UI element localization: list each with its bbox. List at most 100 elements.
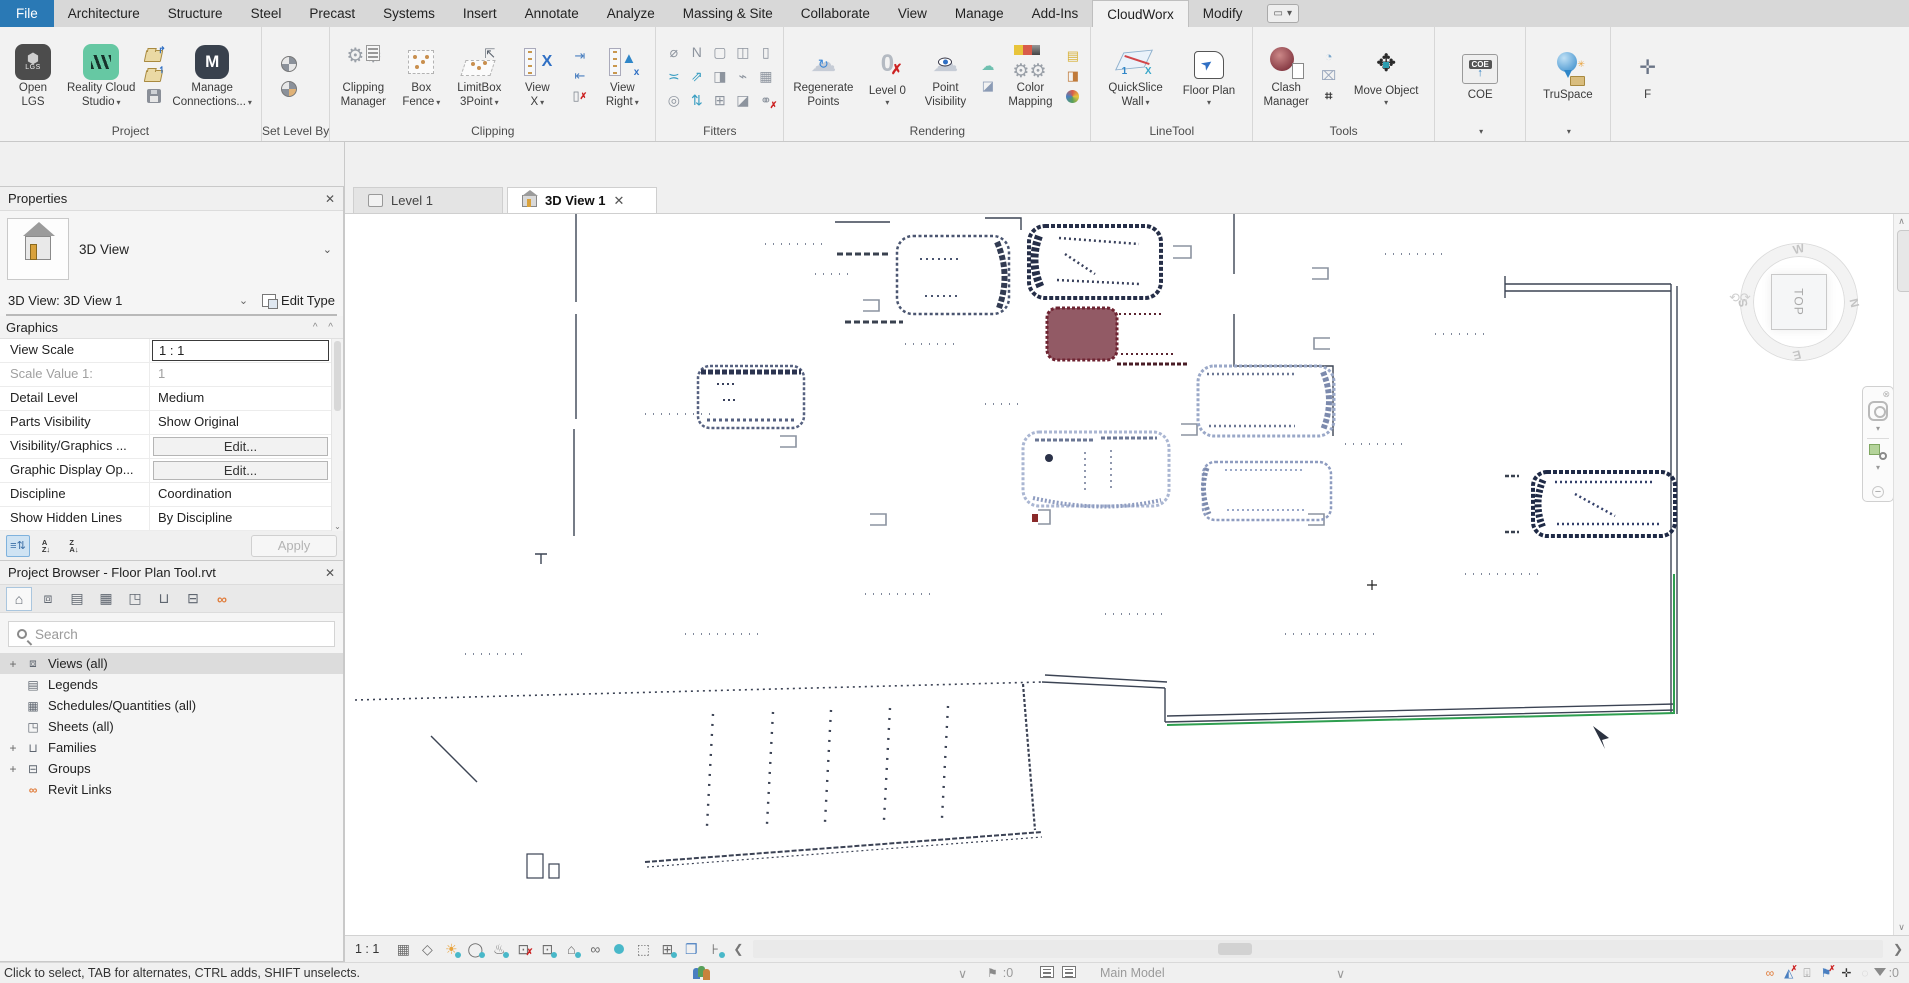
fitters-panel-tool[interactable]: ▢ — [708, 40, 731, 64]
filter-icon[interactable] — [1874, 968, 1886, 976]
rotate-arrows-icon[interactable]: ⟲⟳ — [1729, 290, 1751, 306]
tab-cloudworx[interactable]: CloudWorx — [1092, 0, 1189, 27]
tree-item-families[interactable]: + ⊔ Families — [0, 737, 343, 758]
vertical-scrollbar[interactable]: ∧ ∨ — [1893, 214, 1909, 935]
tree-item-views[interactable]: + ⧈ Views (all) — [0, 653, 343, 674]
view-scale-control[interactable]: 1 : 1 — [355, 942, 379, 956]
slice-color-button[interactable]: ◪ — [978, 78, 997, 95]
view-plane-back-button[interactable]: ⇤ — [570, 68, 589, 85]
view-plane-remove-button[interactable]: ▯✗ — [570, 88, 589, 105]
set-level-sphere-orange-button[interactable] — [280, 80, 299, 97]
tab-steel[interactable]: Steel — [237, 0, 296, 27]
schedules-filter-button[interactable]: ▦ — [93, 587, 119, 611]
save-button[interactable] — [144, 88, 163, 105]
fitters-round-tool[interactable]: ◎ — [662, 88, 685, 112]
coe-button[interactable]: COE↑ COE — [1453, 48, 1507, 104]
graphics-section-header[interactable]: Graphics ^ ^ — [0, 316, 343, 338]
design-option-icons[interactable] — [1036, 966, 1080, 981]
tab-systems[interactable]: Systems — [369, 0, 449, 27]
chevron-down-icon[interactable]: ⌄ — [323, 243, 336, 256]
tab-analyze[interactable]: Analyze — [593, 0, 669, 27]
crop-view-icon[interactable]: ⊡✗ — [511, 938, 535, 960]
tree-item-schedules[interactable]: ▦ Schedules/Quantities (all) — [0, 695, 343, 716]
visibility-graphics-edit-button[interactable]: Edit... — [153, 437, 328, 456]
lock-3d-view-icon[interactable]: ⌂ — [559, 938, 583, 960]
tree-item-revit-links[interactable]: ∞ Revit Links — [0, 779, 343, 800]
expand-icon[interactable]: + — [8, 741, 18, 755]
home-view-button[interactable]: ⌂ — [6, 587, 32, 611]
properties-scrollbar[interactable]: ⌄ — [331, 339, 343, 531]
color-bar-button[interactable]: ▤ — [1063, 48, 1082, 65]
collapse-icon[interactable]: − — [1872, 486, 1884, 498]
scroll-right-icon[interactable]: ❯ — [1893, 942, 1903, 956]
group-chevron-coe[interactable]: ▾ — [1435, 121, 1525, 141]
regenerate-points-button[interactable]: ☁↻ Regenerate Points — [790, 41, 856, 110]
view-x-button[interactable]: X View X▾ — [510, 41, 564, 110]
sort-ascending-button[interactable]: AZ↓ — [34, 535, 58, 557]
instance-selector[interactable]: 3D View: 3D View 1 ⌄ Edit Type — [0, 287, 343, 314]
clipping-manager-button[interactable]: ⚙⚙ Clipping Manager — [336, 41, 390, 110]
chevron-down-icon[interactable]: ▾ — [1876, 463, 1880, 472]
chevron-down-icon[interactable]: ∨ — [1336, 966, 1345, 981]
close-icon[interactable]: ✕ — [613, 193, 624, 209]
palette-button[interactable] — [1063, 88, 1082, 105]
chevron-down-icon[interactable]: ▾ — [1876, 424, 1880, 433]
clipped-button[interactable]: ✛ F — [1621, 48, 1675, 104]
truspace-button[interactable]: ✳ TruSpace — [1540, 48, 1595, 104]
fitters-column-tool[interactable]: ▯ — [754, 40, 777, 64]
reveal-hidden-elements-icon[interactable] — [607, 938, 631, 960]
drag-on-selection-icon[interactable]: ✛ — [1841, 966, 1851, 980]
links-filter-button[interactable]: ∞ — [209, 587, 235, 611]
highlight-displacement-icon[interactable]: ❐ — [679, 938, 703, 960]
tab-annotate[interactable]: Annotate — [511, 0, 593, 27]
fitters-pipe-tool[interactable]: ⌁ — [731, 64, 754, 88]
tab-view[interactable]: View — [884, 0, 941, 27]
select-pinned-icon[interactable]: ⍗ — [1803, 966, 1810, 981]
group-chevron-truspace[interactable]: ▾ — [1526, 121, 1609, 141]
chevron-down-icon[interactable]: ∨ — [958, 966, 967, 981]
grid-snap-button[interactable]: ⌗ — [1319, 88, 1338, 105]
view-plane-in-button[interactable]: ⇥ — [570, 48, 589, 65]
reality-cloud-studio-button[interactable]: Reality Cloud Studio▾ — [64, 41, 138, 110]
tab-modify[interactable]: Modify — [1189, 0, 1257, 27]
fitters-swap-tool[interactable]: ⇅ — [685, 88, 708, 112]
fitters-binocular-tool[interactable]: ≍ — [662, 64, 685, 88]
tab-collaborate[interactable]: Collaborate — [787, 0, 884, 27]
detail-level-field[interactable]: Medium — [150, 387, 331, 410]
properties-header[interactable]: Properties ✕ — [0, 187, 343, 211]
limitbox-3point-button[interactable]: ⇱ LimitBox 3Point▾ — [452, 41, 506, 110]
fitters-window-tool[interactable]: ⊞ — [708, 88, 731, 112]
show-hidden-lines-field[interactable]: By Discipline — [150, 507, 331, 530]
fitters-unlink-tool[interactable]: ⚭✗ — [754, 88, 777, 112]
crossing-lines-button[interactable]: ⌧ — [1319, 68, 1338, 85]
select-links-icon[interactable]: ∞ — [1766, 966, 1775, 980]
sort-descending-button[interactable]: ZA↓ — [62, 535, 86, 557]
expand-icon[interactable]: + — [8, 762, 18, 776]
view-tab-level-1[interactable]: Level 1 — [353, 187, 503, 213]
show-analytical-model-icon[interactable]: ⊞ — [655, 938, 679, 960]
quickslice-wall-button[interactable]: 1X QuickSlice Wall▾ — [1105, 41, 1165, 110]
scroll-down-icon[interactable]: ⌄ — [332, 522, 343, 531]
scroll-down-icon[interactable]: ∨ — [1894, 922, 1909, 933]
fitters-flow-tool[interactable]: ⇗ — [685, 64, 708, 88]
graphic-display-edit-button[interactable]: Edit... — [153, 461, 328, 480]
parts-visibility-field[interactable]: Show Original — [150, 411, 331, 434]
search-input[interactable]: Search — [8, 621, 335, 647]
select-underlay-icon[interactable]: ◭✗ — [1784, 966, 1793, 980]
edit-type-button[interactable]: Edit Type — [262, 293, 335, 308]
project-browser-header[interactable]: Project Browser - Floor Plan Tool.rvt ✕ — [0, 561, 343, 585]
point-visibility-button[interactable]: ☁ Point Visibility — [918, 41, 972, 110]
clash-manager-button[interactable]: ∙∙∙ Clash Manager — [1259, 41, 1313, 110]
cloud-color-button[interactable]: ☁ — [978, 58, 997, 75]
fitters-door-tool[interactable]: ◨ — [708, 64, 731, 88]
expand-icon[interactable]: + — [8, 657, 18, 671]
tree-item-groups[interactable]: + ⊟ Groups — [0, 758, 343, 779]
box-fence-button[interactable]: Box Fence▾ — [394, 41, 448, 110]
reveal-constraints-icon[interactable]: ⊦ — [703, 938, 727, 960]
steering-wheel-icon[interactable] — [1868, 401, 1888, 421]
tab-precast[interactable]: Precast — [295, 0, 369, 27]
open-file-button[interactable]: ↱ — [144, 48, 163, 65]
temporary-view-properties-icon[interactable]: ⬚ — [631, 938, 655, 960]
viewcube-top-face[interactable]: TOP — [1771, 274, 1827, 330]
close-icon[interactable]: ✕ — [325, 192, 335, 206]
